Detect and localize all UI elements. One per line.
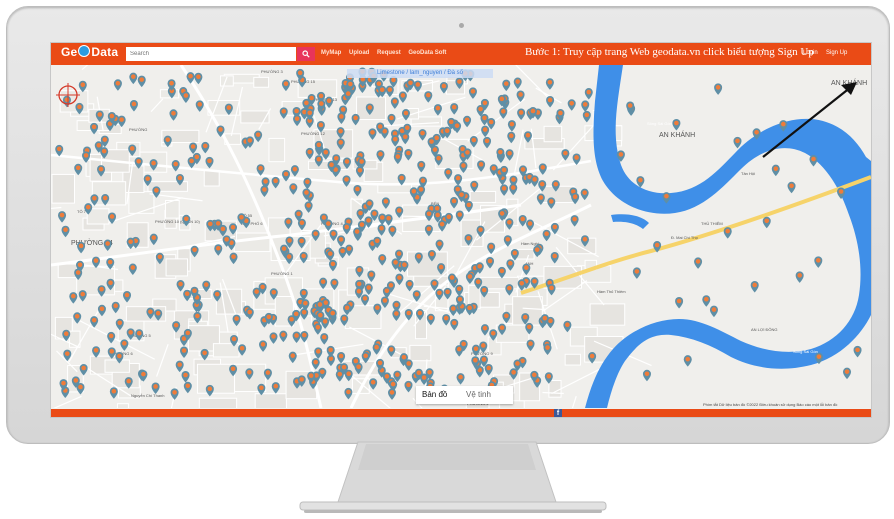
monitor-stand [299,441,607,513]
stand-neck-shade [358,444,536,470]
stand-base-shadow [304,510,602,513]
stand-base [299,501,607,511]
